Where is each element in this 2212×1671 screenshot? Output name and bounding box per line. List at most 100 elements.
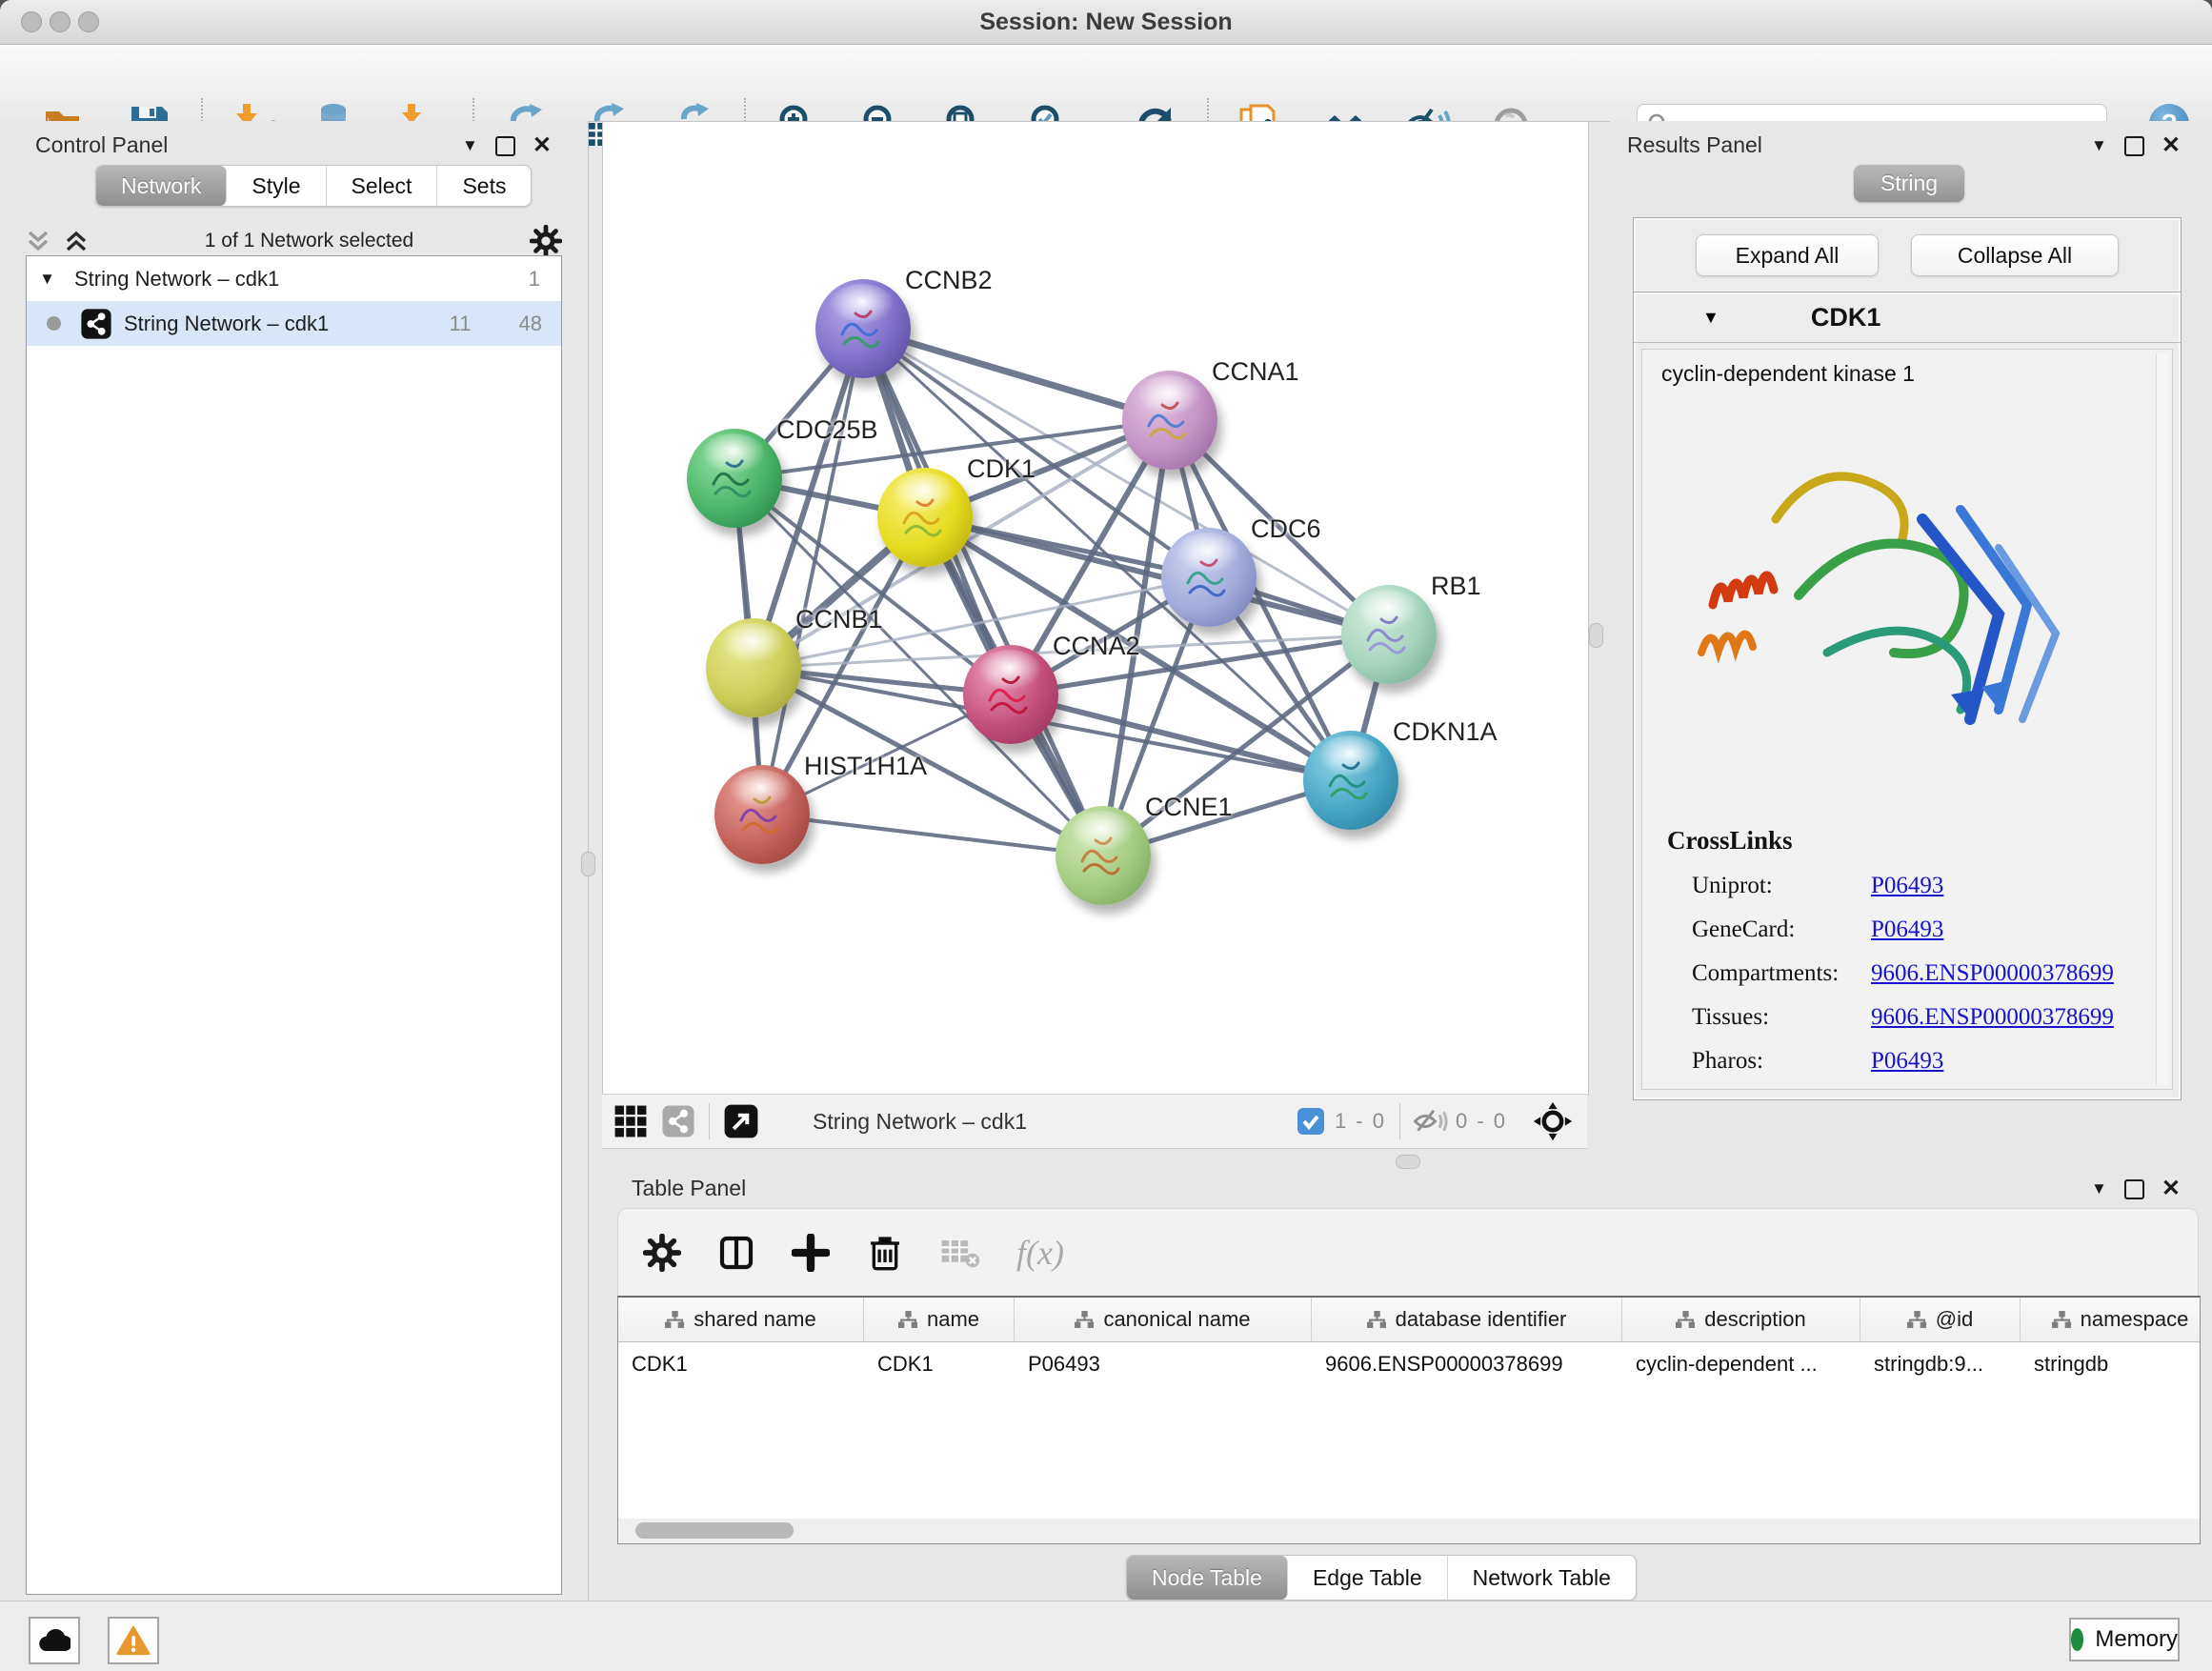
column-header-canonical-name[interactable]: canonical name xyxy=(1015,1298,1312,1341)
network-edges xyxy=(603,122,1586,1093)
expand-all-button[interactable]: Expand All xyxy=(1696,234,1879,276)
collapse-all-button[interactable]: Collapse All xyxy=(1911,234,2119,276)
network-node-RB1[interactable] xyxy=(1341,585,1437,684)
tab-edge-table[interactable]: Edge Table xyxy=(1288,1556,1448,1600)
column-header-namespace[interactable]: namespace xyxy=(2021,1298,2201,1341)
expand-all-chevron-icon[interactable] xyxy=(26,227,50,255)
column-header-description[interactable]: description xyxy=(1622,1298,1860,1341)
collapse-panel-icon[interactable]: ▼ xyxy=(462,136,478,155)
column-header--id[interactable]: @id xyxy=(1860,1298,2021,1341)
crosslink-label: Pharos: xyxy=(1692,1048,1871,1075)
tab-select[interactable]: Select xyxy=(327,166,438,206)
network-node-CCNB2[interactable] xyxy=(815,279,911,378)
table-cell[interactable]: 9606.ENSP00000378699 xyxy=(1312,1342,1622,1386)
network-tree-root-row[interactable]: ▼ String Network – cdk1 1 xyxy=(27,256,561,301)
warning-button[interactable] xyxy=(108,1617,159,1664)
tab-node-table[interactable]: Node Table xyxy=(1127,1556,1288,1600)
table-cell[interactable]: CDK1 xyxy=(618,1342,864,1386)
close-panel-icon[interactable]: ✕ xyxy=(533,134,552,157)
tab-string[interactable]: String xyxy=(1854,165,1964,202)
crosslink-link[interactable]: 9606.ENSP00000378699 xyxy=(1871,1004,2114,1031)
column-header-name[interactable]: name xyxy=(864,1298,1015,1341)
close-panel-icon[interactable]: ✕ xyxy=(2162,134,2181,157)
network-status-dot xyxy=(47,316,61,331)
grid-view-icon[interactable] xyxy=(613,1104,648,1138)
collection-count: 1 xyxy=(529,267,540,292)
column-header-database-identifier[interactable]: database identifier xyxy=(1312,1298,1622,1341)
table-cell[interactable]: cyclin-dependent ... xyxy=(1622,1342,1860,1386)
tab-style[interactable]: Style xyxy=(227,166,326,206)
delete-column-icon[interactable] xyxy=(866,1234,904,1272)
gear-icon[interactable] xyxy=(530,225,562,257)
protein-thumbnail xyxy=(714,765,810,864)
add-column-icon[interactable] xyxy=(792,1234,830,1272)
network-tree-child-row[interactable]: String Network – cdk1 11 48 xyxy=(27,301,561,346)
table-row[interactable]: CDK1CDK1P064939606.ENSP00000378699cyclin… xyxy=(618,1342,2200,1386)
gene-header[interactable]: ▼ CDK1 xyxy=(1634,292,2181,343)
collapse-all-chevron-icon[interactable] xyxy=(64,227,89,255)
tab-network[interactable]: Network xyxy=(96,166,227,206)
fit-content-crosshair-icon[interactable] xyxy=(1532,1100,1574,1142)
network-canvas[interactable]: CCNB2CCNA1CDC25BCDK1CDC6RB1CCNB1CCNA2CDK… xyxy=(602,121,1589,1096)
crosslink-link[interactable]: P06493 xyxy=(1871,916,1943,943)
table-cell[interactable]: stringdb:9... xyxy=(1860,1342,2021,1386)
crosslink-row: Compartments:9606.ENSP00000378699 xyxy=(1692,952,2168,996)
show-columns-icon[interactable] xyxy=(717,1234,755,1272)
results-scrollbar[interactable] xyxy=(2156,353,2168,1085)
results-panel: Results Panel ▼ ✕ String Expand All Coll… xyxy=(1610,121,2212,1174)
network-node-CDKN1A[interactable] xyxy=(1303,731,1398,830)
delete-table-icon xyxy=(940,1236,980,1270)
collapse-panel-icon[interactable]: ▼ xyxy=(2091,136,2107,155)
crosslinks-list: Uniprot:P06493GeneCard:P06493Compartment… xyxy=(1692,864,2168,1083)
crosslink-link[interactable]: P06493 xyxy=(1871,1048,1943,1075)
right-splitter-handle[interactable] xyxy=(1589,623,1603,648)
network-node-CDK1[interactable] xyxy=(877,468,973,567)
collapse-panel-icon[interactable]: ▼ xyxy=(2091,1179,2107,1198)
float-panel-icon[interactable] xyxy=(2124,1179,2144,1199)
control-panel-title: Control Panel xyxy=(35,132,168,158)
network-node-CDC25B[interactable] xyxy=(687,429,782,528)
network-node-HIST1H1A[interactable] xyxy=(714,765,810,864)
network-item-label: String Network – cdk1 xyxy=(124,312,450,336)
table-cell[interactable]: P06493 xyxy=(1015,1342,1312,1386)
gene-name: CDK1 xyxy=(1811,303,1881,332)
network-node-CCNA1[interactable] xyxy=(1122,371,1217,470)
crosslink-link[interactable]: P06493 xyxy=(1871,873,1943,899)
node-label-CCNB2: CCNB2 xyxy=(905,266,993,295)
network-share-icon[interactable] xyxy=(661,1104,695,1138)
table-cell[interactable]: stringdb xyxy=(2021,1342,2201,1386)
crosslink-link[interactable]: 9606.ENSP00000378699 xyxy=(1871,960,2114,987)
string-network-icon xyxy=(80,308,112,340)
tab-network-table[interactable]: Network Table xyxy=(1448,1556,1636,1600)
selected-checkbox-icon[interactable] xyxy=(1297,1107,1325,1136)
collapse-gene-icon[interactable]: ▼ xyxy=(1702,308,1719,328)
left-splitter-handle[interactable] xyxy=(581,852,595,876)
table-settings-gear-icon[interactable] xyxy=(643,1234,681,1272)
birdseye-view-icon[interactable] xyxy=(723,1103,759,1139)
network-edge[interactable] xyxy=(762,815,1103,856)
network-node-CCNB1[interactable] xyxy=(706,618,801,717)
float-panel-icon[interactable] xyxy=(495,136,515,156)
memory-button[interactable]: Memory xyxy=(2069,1618,2180,1661)
table-splitter-handle[interactable] xyxy=(1396,1155,1420,1169)
node-label-CCNA2: CCNA2 xyxy=(1053,632,1140,661)
network-node-CCNE1[interactable] xyxy=(1056,806,1151,905)
network-edge[interactable] xyxy=(762,329,863,815)
h-scrollbar-thumb[interactable] xyxy=(635,1522,794,1539)
memory-label: Memory xyxy=(2095,1626,2178,1653)
network-node-CDC6[interactable] xyxy=(1161,528,1257,627)
window-title: Session: New Session xyxy=(0,9,2212,36)
network-node-CCNA2[interactable] xyxy=(963,645,1058,744)
tab-sets[interactable]: Sets xyxy=(437,166,531,206)
hierarchy-icon xyxy=(2052,1311,2071,1328)
crosslink-row: Uniprot:P06493 xyxy=(1692,864,2168,908)
table-cell[interactable]: CDK1 xyxy=(864,1342,1015,1386)
cloud-button[interactable] xyxy=(29,1617,80,1664)
table-header-row: shared namenamecanonical namedatabase id… xyxy=(618,1298,2200,1342)
column-header-shared-name[interactable]: shared name xyxy=(618,1298,864,1341)
network-collection-label: String Network – cdk1 xyxy=(74,267,529,292)
netbar-separator xyxy=(1399,1103,1400,1139)
hidden-eye-icon[interactable] xyxy=(1414,1107,1448,1136)
float-panel-icon[interactable] xyxy=(2124,136,2144,156)
close-panel-icon[interactable]: ✕ xyxy=(2162,1178,2181,1200)
